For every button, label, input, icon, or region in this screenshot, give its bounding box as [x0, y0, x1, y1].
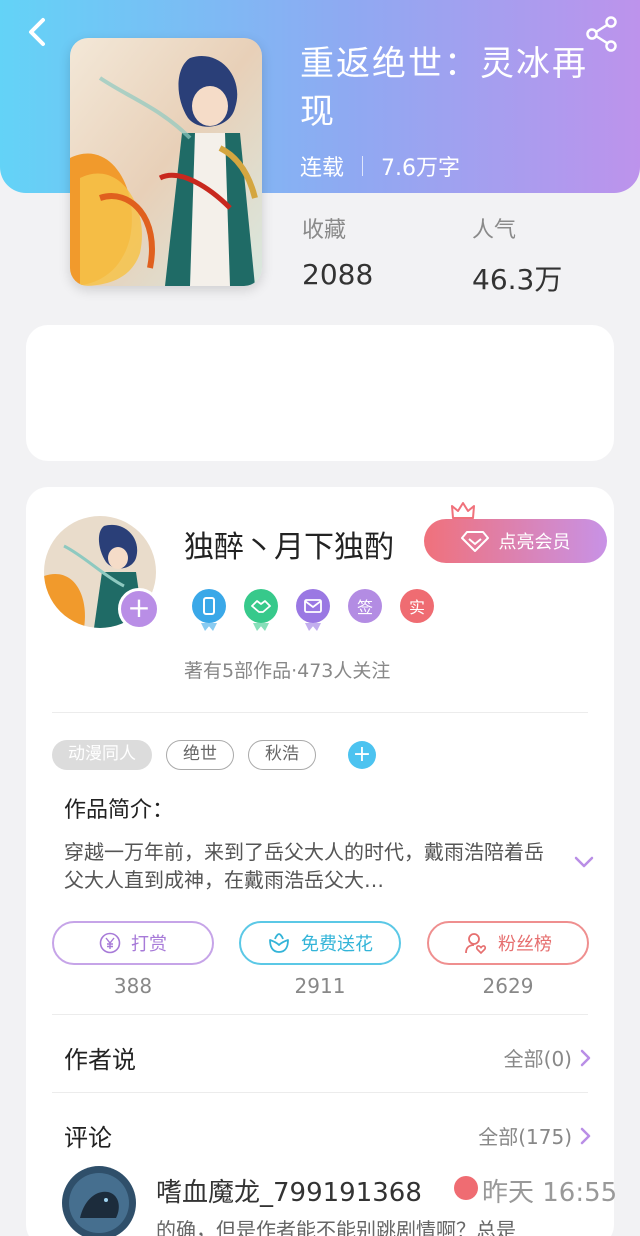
divider	[52, 1014, 588, 1015]
vip-heart-icon	[454, 1176, 478, 1200]
stat-popularity: 人气 46.3万	[472, 212, 562, 298]
real-badge[interactable]: 实	[400, 589, 434, 623]
author-says-title: 作者说	[64, 1046, 136, 1074]
tag-list: 动漫同人 绝世 秋浩 +	[52, 740, 376, 770]
tag-item[interactable]: 秋浩	[248, 740, 316, 770]
tag-item[interactable]: 绝世	[166, 740, 234, 770]
meta-divider	[362, 156, 364, 176]
send-flower-button-label: 免费送花	[301, 934, 373, 955]
tag-item[interactable]: 动漫同人	[52, 740, 152, 770]
tip-button[interactable]: 打赏	[52, 921, 214, 965]
stat-value: 2088	[302, 258, 374, 291]
author-says-all-label: 全部(0)	[503, 1047, 572, 1071]
chevron-right-icon	[580, 1127, 591, 1144]
yen-icon	[99, 932, 121, 954]
author-badges: 签 实	[192, 589, 434, 631]
comments-row[interactable]: 评论 全部(175)	[64, 1118, 592, 1153]
intro-text[interactable]: 穿越一万年前，来到了岳父大人的时代，戴雨浩陪着岳父大人直到成神，在戴雨浩岳父大…	[64, 838, 554, 894]
back-button[interactable]	[18, 12, 58, 52]
chevron-right-icon	[580, 1049, 591, 1066]
intro-title: 作品简介：	[64, 798, 175, 823]
stat-value: 46.3万	[472, 263, 563, 296]
fan-count: 2629	[482, 974, 534, 998]
author-name[interactable]: 独醉丶月下独酌	[184, 522, 394, 566]
flower-icon	[269, 933, 289, 953]
stat-label: 收藏	[302, 218, 347, 243]
author-says-row[interactable]: 作者说 全部(0)	[64, 1040, 592, 1075]
commenter-name[interactable]: 嗜血魔龙_799191368	[156, 1172, 422, 1209]
comments-title: 评论	[64, 1124, 112, 1152]
vip-button[interactable]: 点亮会员	[424, 519, 607, 563]
tip-button-label: 打赏	[131, 934, 167, 955]
vip-button-label: 点亮会员	[498, 532, 571, 553]
comments-all-link[interactable]: 全部(175)	[478, 1121, 592, 1150]
comments-all-label: 全部(175)	[478, 1125, 572, 1149]
follow-plus-button[interactable]: +	[118, 588, 160, 630]
envelope-badge-icon[interactable]	[296, 589, 330, 631]
fan-ranking-button[interactable]: 粉丝榜	[427, 921, 589, 965]
tip-count: 388	[113, 974, 153, 998]
fan-user-icon	[465, 933, 487, 955]
fan-ranking-button-label: 粉丝榜	[498, 934, 552, 955]
book-meta: 连载 7.6万字	[300, 150, 460, 182]
stat-favorites: 收藏 2088	[302, 212, 373, 291]
book-cover-image[interactable]	[70, 38, 262, 286]
handshake-badge-icon[interactable]	[244, 589, 278, 631]
divider	[52, 712, 588, 713]
comment-text[interactable]: 的确，但是作者能不能别跳剧情啊？总是	[156, 1214, 516, 1236]
stat-label: 人气	[472, 218, 517, 243]
author-says-all-link[interactable]: 全部(0)	[504, 1043, 592, 1072]
send-flower-button[interactable]: 免费送花	[239, 921, 401, 965]
expand-chevron-icon[interactable]	[572, 852, 596, 872]
blank-card	[26, 325, 614, 461]
book-status: 连载	[300, 156, 345, 181]
flower-count: 2911	[294, 974, 346, 998]
book-word-count: 7.6万字	[381, 156, 461, 181]
author-works-info: 著有5部作品·473人关注	[184, 660, 391, 682]
diamond-icon	[460, 531, 489, 552]
book-title: 重返绝世：灵冰再现	[300, 44, 588, 132]
back-chevron-icon	[29, 18, 45, 46]
comment-time: 昨天 16:55	[482, 1178, 618, 1208]
phone-badge-icon[interactable]	[192, 589, 226, 631]
divider	[52, 1092, 588, 1093]
commenter-avatar[interactable]	[62, 1166, 136, 1236]
sign-badge[interactable]: 签	[348, 589, 382, 623]
add-tag-button[interactable]: +	[348, 741, 376, 769]
